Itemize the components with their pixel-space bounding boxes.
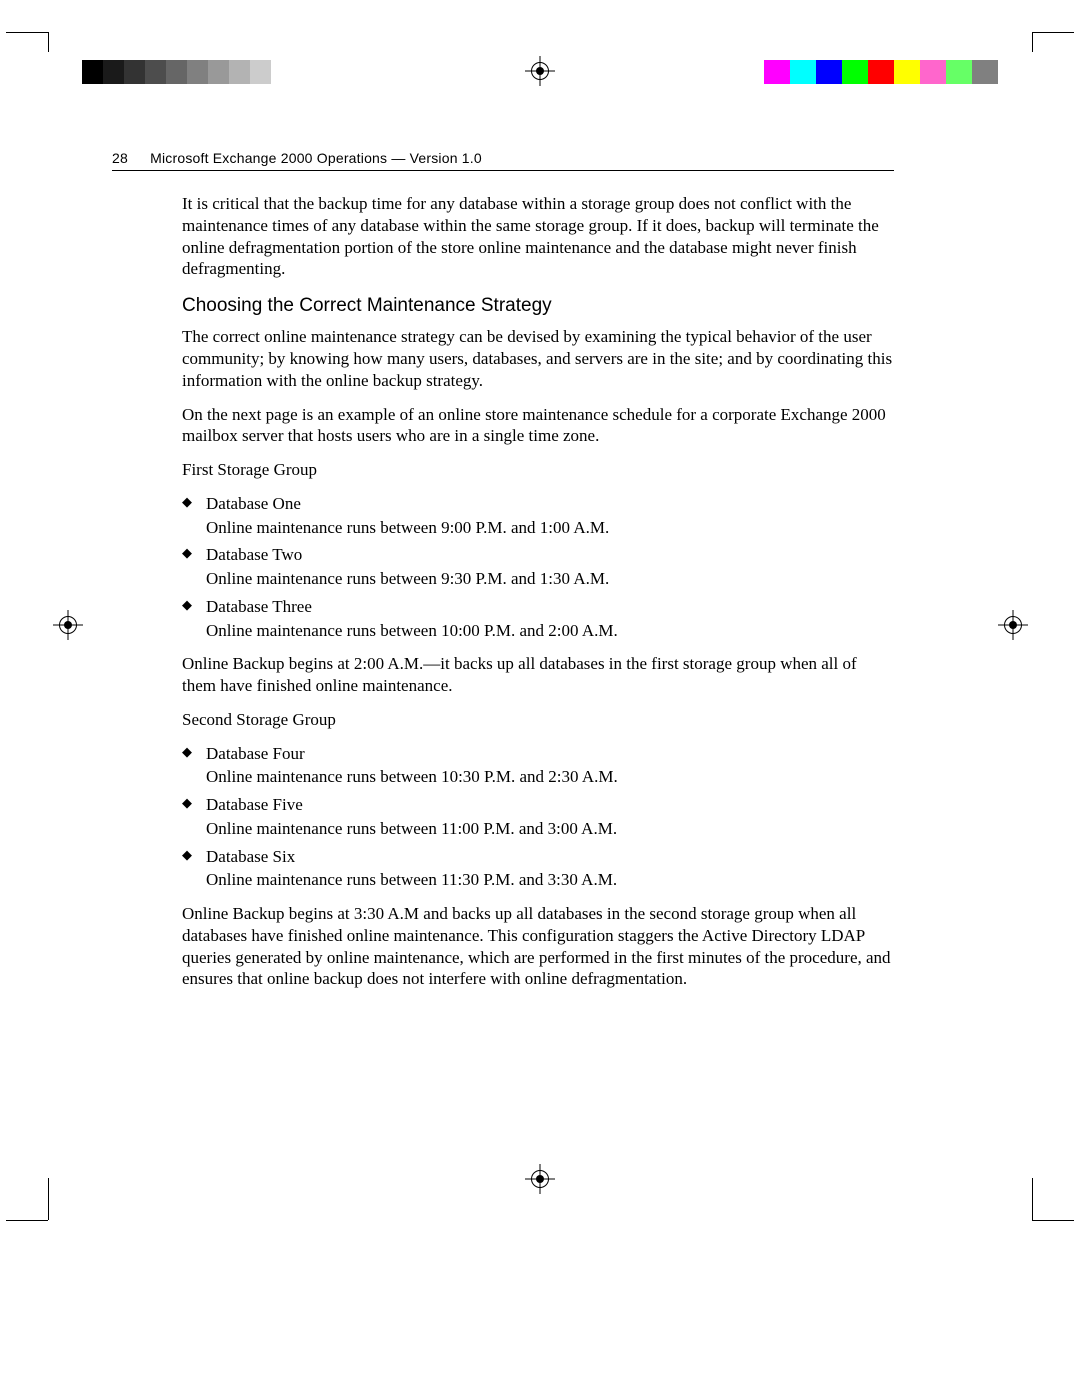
grayscale-swatch <box>208 60 229 84</box>
color-swatch <box>842 60 868 84</box>
color-swatch <box>972 60 998 84</box>
crop-mark-icon <box>1032 1178 1033 1220</box>
color-swatch <box>868 60 894 84</box>
list-item: Database Five Online maintenance runs bet… <box>206 794 894 840</box>
body-paragraph: On the next page is an example of an onl… <box>182 404 894 448</box>
grayscale-swatches <box>82 60 292 84</box>
body-paragraph: It is critical that the backup time for … <box>182 193 894 280</box>
grayscale-swatch <box>250 60 271 84</box>
database-name: Database Two <box>206 545 302 564</box>
color-swatch <box>816 60 842 84</box>
crop-mark-icon <box>6 32 48 33</box>
group-title: Second Storage Group <box>182 709 894 731</box>
grayscale-swatch <box>271 60 292 84</box>
database-detail: Online maintenance runs between 9:00 P.M… <box>206 517 894 539</box>
database-detail: Online maintenance runs between 11:00 P.… <box>206 818 894 840</box>
color-swatch <box>764 60 790 84</box>
grayscale-swatch <box>103 60 124 84</box>
database-detail: Online maintenance runs between 9:30 P.M… <box>206 568 894 590</box>
body-paragraph: Online Backup begins at 3:30 A.M and bac… <box>182 903 894 990</box>
running-head: 28 Microsoft Exchange 2000 Operations — … <box>112 150 894 171</box>
crop-mark-icon <box>1032 32 1033 52</box>
page-body: It is critical that the backup time for … <box>182 193 894 1002</box>
page-number: 28 <box>112 150 146 166</box>
crop-mark-icon <box>1032 32 1074 33</box>
page-root: 28 Microsoft Exchange 2000 Operations — … <box>0 0 1080 1397</box>
database-detail: Online maintenance runs between 10:30 P.… <box>206 766 894 788</box>
database-name: Database Five <box>206 795 303 814</box>
crop-mark-icon <box>48 1178 49 1220</box>
database-name: Database Six <box>206 847 295 866</box>
database-name: Database One <box>206 494 301 513</box>
section-heading: Choosing the Correct Maintenance Strateg… <box>182 294 894 318</box>
grayscale-swatch <box>145 60 166 84</box>
grayscale-swatch <box>166 60 187 84</box>
color-swatch <box>920 60 946 84</box>
color-swatch <box>946 60 972 84</box>
crop-mark-icon <box>48 32 49 52</box>
registration-mark-icon <box>57 614 79 636</box>
list-item: Database Three Online maintenance runs be… <box>206 596 894 642</box>
body-paragraph: Online Backup begins at 2:00 A.M.—it bac… <box>182 653 894 697</box>
database-name: Database Three <box>206 597 312 616</box>
database-list: Database Four Online maintenance runs bet… <box>182 743 894 892</box>
grayscale-swatch <box>187 60 208 84</box>
color-swatches <box>764 60 998 84</box>
registration-mark-icon <box>529 1168 551 1190</box>
list-item: Database One Online maintenance runs betw… <box>206 493 894 539</box>
database-list: Database One Online maintenance runs betw… <box>182 493 894 642</box>
grayscale-swatch <box>82 60 103 84</box>
database-detail: Online maintenance runs between 11:30 P.… <box>206 869 894 891</box>
group-title: First Storage Group <box>182 459 894 481</box>
list-item: Database Four Online maintenance runs bet… <box>206 743 894 789</box>
registration-mark-icon <box>1002 614 1024 636</box>
crop-mark-icon <box>6 1220 48 1221</box>
database-detail: Online maintenance runs between 10:00 P.… <box>206 620 894 642</box>
database-name: Database Four <box>206 744 305 763</box>
registration-mark-icon <box>529 60 551 82</box>
body-paragraph: The correct online maintenance strategy … <box>182 326 894 391</box>
grayscale-swatch <box>229 60 250 84</box>
color-swatch <box>894 60 920 84</box>
grayscale-swatch <box>124 60 145 84</box>
list-item: Database Two Online maintenance runs betw… <box>206 544 894 590</box>
crop-mark-icon <box>1032 1220 1074 1221</box>
color-swatch <box>790 60 816 84</box>
list-item: Database Six Online maintenance runs betw… <box>206 846 894 892</box>
running-title: Microsoft Exchange 2000 Operations — Ver… <box>150 150 482 166</box>
